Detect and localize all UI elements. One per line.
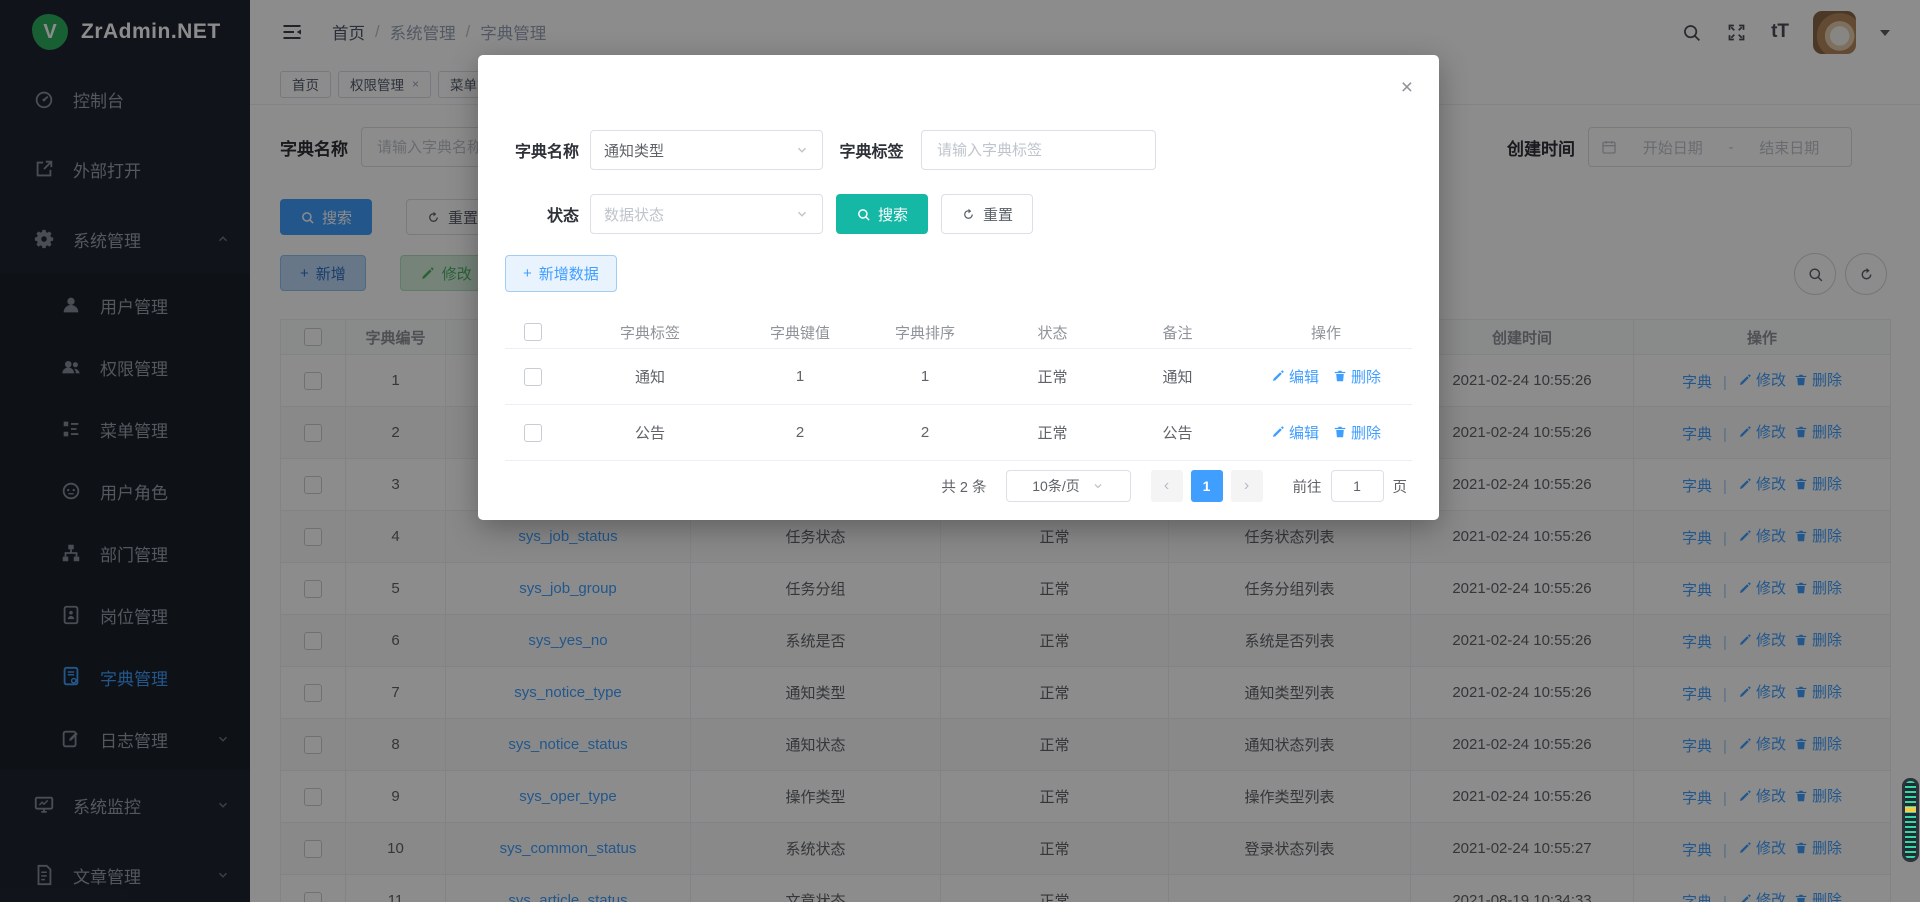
refresh-icon <box>961 207 976 222</box>
column-header-sort: 字典排序 <box>860 316 990 349</box>
goto-page-input[interactable] <box>1331 470 1384 502</box>
prev-page-button[interactable]: ‹ <box>1151 470 1183 502</box>
pagination: 共 2 条 10条/页 ‹ 1 › 前往 页 <box>941 470 1407 502</box>
selected-value: 通知类型 <box>604 140 664 161</box>
edit-link[interactable]: 编辑 <box>1271 366 1319 387</box>
dict-label-cell: 公告 <box>560 405 740 461</box>
table-header-row: 字典标签 字典键值 字典排序 状态 备注 操作 <box>505 316 1412 349</box>
column-header-remark: 备注 <box>1115 316 1240 349</box>
page-size-select[interactable]: 10条/页 <box>1006 470 1131 502</box>
dict-sort-cell: 1 <box>860 349 990 405</box>
pencil-icon <box>1271 425 1285 439</box>
plus-icon: + <box>523 265 532 282</box>
header-checkbox-cell <box>505 316 560 349</box>
remark-cell: 通知 <box>1115 349 1240 405</box>
button-label: 搜索 <box>878 204 908 225</box>
chevron-down-icon <box>795 207 809 221</box>
delete-link[interactable]: 删除 <box>1333 422 1381 443</box>
dict-data-table: 字典标签 字典键值 字典排序 状态 备注 操作 通知11正常通知 编辑 删除公告… <box>505 316 1412 461</box>
status-select[interactable]: 数据状态 <box>590 194 823 234</box>
row-checkbox-cell <box>505 349 560 405</box>
search-icon <box>856 207 871 222</box>
page-1-button[interactable]: 1 <box>1191 470 1223 502</box>
page-unit-label: 页 <box>1393 476 1408 497</box>
row-checkbox[interactable] <box>524 368 542 386</box>
dict-value-cell: 2 <box>740 405 860 461</box>
next-page-button[interactable]: › <box>1231 470 1263 502</box>
remark-cell: 公告 <box>1115 405 1240 461</box>
dict-label-label: 字典标签 <box>835 138 908 162</box>
edit-link[interactable]: 编辑 <box>1271 422 1319 443</box>
status-cell: 正常 <box>990 349 1115 405</box>
status-cell: 正常 <box>990 405 1115 461</box>
dict-data-dialog: × 字典名称 通知类型 字典标签 状态 数据状态 搜索 <box>478 55 1439 520</box>
row-checkbox-cell <box>505 405 560 461</box>
app-root: V ZrAdmin.NET 控制台 外部打开 系统管理 用户管理 权限管理 <box>0 0 1920 902</box>
column-header-value: 字典键值 <box>740 316 860 349</box>
trash-icon <box>1333 369 1347 383</box>
dict-label-cell: 通知 <box>560 349 740 405</box>
select-placeholder: 数据状态 <box>604 204 664 225</box>
button-label: 重置 <box>983 204 1013 225</box>
dict-name-select[interactable]: 通知类型 <box>590 130 823 170</box>
dialog-table-row: 通知11正常通知 编辑 删除 <box>505 349 1412 405</box>
dict-name-label: 字典名称 <box>505 138 590 162</box>
column-header-label: 字典标签 <box>560 316 740 349</box>
pencil-icon <box>1271 369 1285 383</box>
dict-label-input[interactable] <box>921 130 1156 170</box>
select-all-checkbox[interactable] <box>524 323 542 341</box>
dialog-search-button[interactable]: 搜索 <box>836 194 928 234</box>
row-checkbox[interactable] <box>524 424 542 442</box>
close-icon[interactable]: × <box>1401 77 1413 98</box>
page-size-value: 10条/页 <box>1032 476 1079 496</box>
dialog-reset-button[interactable]: 重置 <box>941 194 1033 234</box>
chevron-down-icon <box>795 143 809 157</box>
dialog-form-row-1: 字典名称 通知类型 字典标签 <box>505 130 1412 170</box>
status-label: 状态 <box>505 202 590 226</box>
trash-icon <box>1333 425 1347 439</box>
custom-scrollbar-thumb[interactable] <box>1902 778 1919 862</box>
row-actions-cell: 编辑 删除 <box>1240 405 1412 461</box>
dialog-table-row: 公告22正常公告 编辑 删除 <box>505 405 1412 461</box>
delete-link[interactable]: 删除 <box>1333 366 1381 387</box>
dict-sort-cell: 2 <box>860 405 990 461</box>
row-actions-cell: 编辑 删除 <box>1240 349 1412 405</box>
button-label: 新增数据 <box>539 263 599 284</box>
dict-value-cell: 1 <box>740 349 860 405</box>
column-header-actions: 操作 <box>1240 316 1412 349</box>
chevron-down-icon <box>1092 480 1104 492</box>
add-data-button[interactable]: + 新增数据 <box>505 255 617 292</box>
column-header-status: 状态 <box>990 316 1115 349</box>
goto-label: 前往 <box>1293 476 1322 497</box>
dialog-form-row-2: 状态 数据状态 搜索 重置 <box>505 194 1412 234</box>
dialog-filter-form: 字典名称 通知类型 字典标签 状态 数据状态 搜索 <box>505 130 1412 258</box>
total-count: 共 2 条 <box>941 476 986 497</box>
